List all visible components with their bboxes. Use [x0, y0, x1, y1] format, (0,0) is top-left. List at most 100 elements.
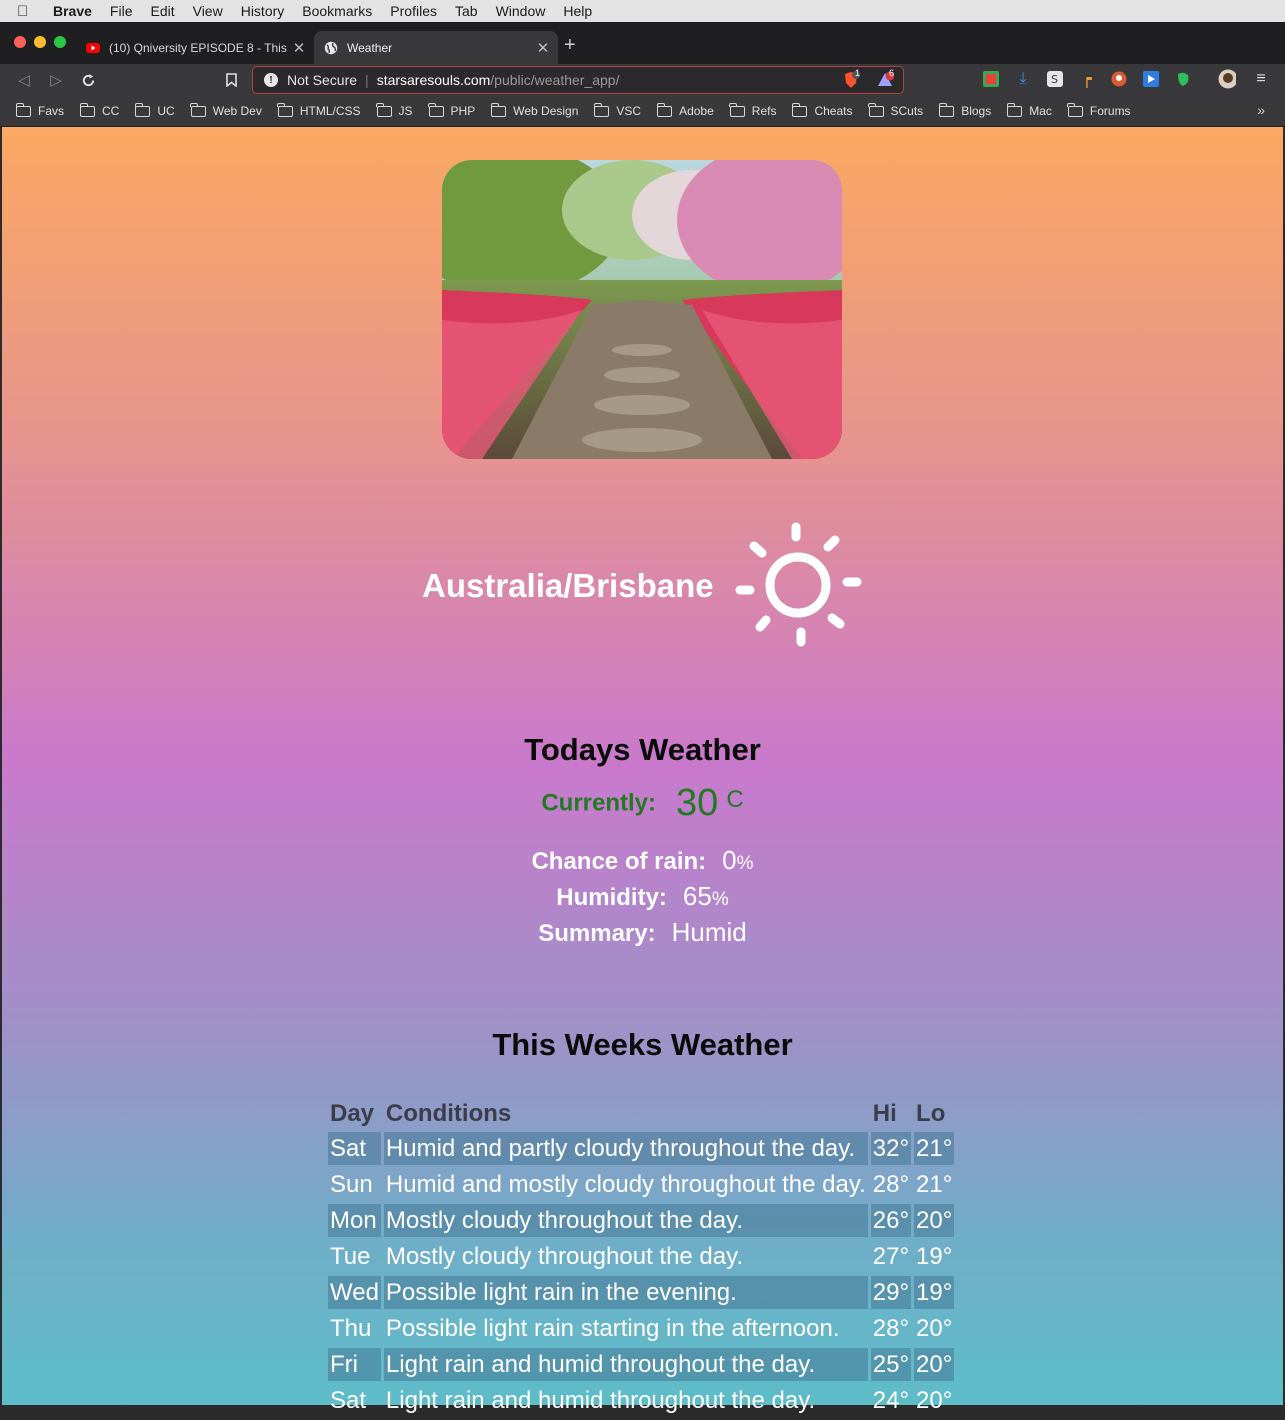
bookmark-label: Cheats [814, 104, 853, 118]
folder-icon [656, 102, 673, 117]
window-close-button[interactable] [14, 36, 26, 48]
hi-cell: 29° [870, 1276, 912, 1309]
conditions-cell: Light rain and humid throughout the day. [385, 1386, 816, 1414]
tab-weather[interactable]: Weather ✕ [314, 31, 558, 64]
conditions-cell: Possible light rain in the evening. [383, 1276, 868, 1309]
menu-icon[interactable]: ≡ [1252, 70, 1270, 88]
menu-app-name[interactable]: Brave [53, 3, 92, 19]
tab-close-icon[interactable]: ✕ [292, 39, 306, 57]
lo-cell: 20° [916, 1314, 953, 1342]
bookmark-folder-refs[interactable]: Refs [729, 102, 777, 118]
humidity: Humidity: 65% [2, 881, 1283, 912]
table-row: Sat Humid and partly cloudy throughout t… [328, 1132, 955, 1165]
url-host[interactable]: starsaresouls.com [377, 72, 491, 88]
bookmark-folder-web-design[interactable]: Web Design [490, 102, 578, 118]
tab-close-icon[interactable]: ✕ [536, 39, 550, 57]
lo-cell: 19° [916, 1242, 953, 1270]
bookmark-folder-vsc[interactable]: VSC [593, 102, 641, 118]
hi-cell: 32° [870, 1132, 912, 1165]
ext-bracket-icon[interactable]: ┍ [1078, 70, 1096, 88]
table-row: Wed Possible light rain in the evening. … [328, 1276, 955, 1309]
bookmark-label: Adobe [679, 104, 714, 118]
bookmark-folder-scuts[interactable]: SCuts [868, 102, 923, 118]
summary-label: Summary: [538, 920, 656, 947]
bookmark-folder-blogs[interactable]: Blogs [938, 102, 991, 118]
address-bar[interactable]: ! Not Secure | starsaresouls.com/public/… [252, 66, 904, 94]
currently-value: 30 [676, 782, 719, 824]
profile-avatar[interactable] [1218, 69, 1236, 89]
hi-cell: 28° [872, 1314, 910, 1342]
currently-label: Currently: [541, 789, 657, 817]
menu-bookmarks[interactable]: Bookmarks [302, 3, 372, 19]
window-minimize-button[interactable] [34, 36, 46, 48]
tab-title: (10) Qniversity EPISODE 8 - This [109, 40, 287, 55]
menu-tab[interactable]: Tab [455, 3, 478, 19]
rewards-count: 6 [889, 68, 895, 78]
not-secure-label[interactable]: Not Secure [287, 72, 357, 88]
duckduckgo-icon[interactable] [1110, 70, 1128, 88]
humidity-label: Humidity: [556, 884, 667, 911]
menu-file[interactable]: File [110, 3, 133, 19]
bookmark-label: CC [102, 104, 120, 118]
menu-profiles[interactable]: Profiles [390, 3, 437, 19]
folder-icon [729, 102, 745, 117]
window-zoom-button[interactable] [54, 36, 66, 48]
bookmark-label: Forums [1089, 104, 1131, 118]
bookmark-folder-uc[interactable]: UC [134, 102, 175, 118]
evernote-icon[interactable] [1174, 70, 1192, 88]
todays-weather-heading: Todays Weather [524, 732, 761, 767]
summary-value: Humid [671, 917, 747, 947]
bookmark-icon[interactable] [221, 70, 241, 90]
download-icon[interactable]: ⤓ [1014, 70, 1032, 88]
day-cell: Sat [330, 1386, 367, 1414]
currently-unit: C [726, 785, 744, 813]
conditions-cell: Humid and partly cloudy throughout the d… [383, 1132, 868, 1165]
menu-window[interactable]: Window [496, 3, 546, 19]
bookmark-folder-web-dev[interactable]: Web Dev [190, 102, 262, 118]
new-tab-button[interactable]: + [564, 34, 576, 57]
menu-help[interactable]: Help [563, 3, 592, 19]
bookmark-folder-cheats[interactable]: Cheats [791, 102, 853, 118]
bookmark-label: JS [398, 104, 413, 118]
folder-icon [376, 102, 392, 117]
bookmark-label: Refs [751, 104, 777, 118]
bookmark-folder-favs[interactable]: Favs [15, 102, 64, 118]
ext-s-icon[interactable]: S [1046, 70, 1064, 88]
reload-icon[interactable] [78, 70, 98, 90]
apple-icon[interactable]:  [17, 3, 35, 20]
hi-cell: 26° [870, 1204, 912, 1237]
bookmark-folder-php[interactable]: PHP [428, 102, 475, 118]
menu-edit[interactable]: Edit [150, 3, 174, 19]
hi-cell: 28° [872, 1170, 910, 1198]
back-icon[interactable]: ◁ [14, 70, 34, 90]
bookmark-folder-adobe[interactable]: Adobe [656, 102, 714, 118]
chance-of-rain: Chance of rain: 0% [2, 845, 1283, 876]
bookmark-label: HTML/CSS [299, 104, 361, 118]
menu-view[interactable]: View [193, 3, 223, 19]
ext-google-drive-icon[interactable] [982, 70, 1000, 88]
table-row: Sun Humid and mostly cloudy throughout t… [328, 1168, 954, 1201]
tab-youtube[interactable]: (10) Qniversity EPISODE 8 - This ✕ [76, 31, 314, 64]
bookmark-folder-mac[interactable]: Mac [1006, 102, 1052, 118]
conditions-cell: Humid and mostly cloudy throughout the d… [385, 1170, 866, 1198]
ext-video-icon[interactable] [1142, 70, 1160, 88]
location-name: Australia/Brisbane [422, 567, 714, 604]
menu-history[interactable]: History [241, 3, 285, 19]
bookmark-folder-html-css[interactable]: HTML/CSS [277, 102, 361, 118]
conditions-cell: Mostly cloudy throughout the day. [383, 1204, 868, 1237]
bookmark-folder-cc[interactable]: CC [79, 102, 120, 118]
not-secure-icon[interactable]: ! [264, 73, 278, 87]
bookmark-folder-forums[interactable]: Forums [1067, 102, 1131, 118]
column-header-conditions: Conditions [385, 1100, 512, 1127]
percent-sign: % [736, 853, 754, 874]
lo-cell: 21° [914, 1132, 955, 1165]
bookmark-folder-js[interactable]: JS [376, 102, 413, 118]
table-row: Mon Mostly cloudy throughout the day. 26… [328, 1204, 955, 1237]
folder-icon [593, 102, 610, 117]
svg-text:S: S [1051, 73, 1058, 86]
bookmarks-overflow-icon[interactable]: » [1257, 102, 1265, 118]
table-header-row: Day Conditions Hi Lo [328, 1099, 954, 1129]
bookmark-label: UC [157, 104, 175, 118]
forward-icon[interactable]: ▷ [46, 70, 66, 90]
url-path[interactable]: /public/weather_app/ [490, 72, 619, 88]
